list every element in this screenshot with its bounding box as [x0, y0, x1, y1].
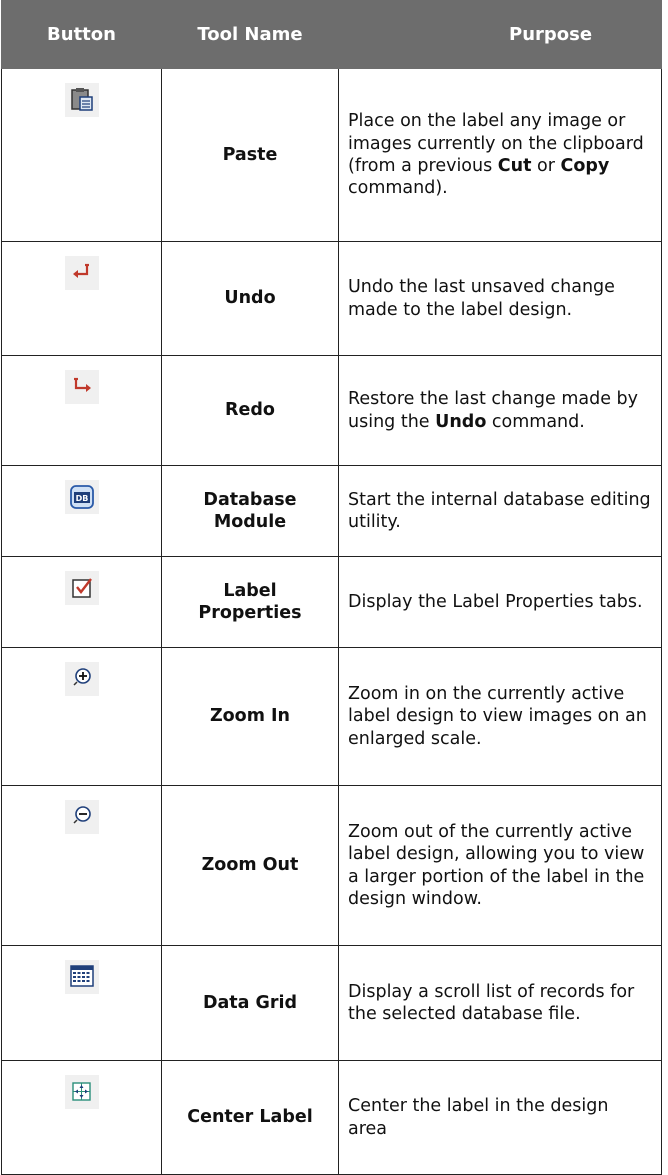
zoom-out-icon[interactable] [64, 800, 99, 834]
header-row: Button Tool Name Purpose [1, 0, 662, 69]
table-body: Paste Place on the label any image or im… [1, 68, 662, 1175]
label-properties-icon[interactable] [64, 571, 99, 605]
data-grid-icon[interactable] [64, 960, 99, 994]
bold-term: Cut [497, 156, 532, 176]
button-cell [1, 647, 162, 786]
zoom-in-icon[interactable] [64, 662, 99, 696]
purpose-data-grid: Display a scroll list of records for the… [338, 945, 662, 1061]
button-cell [1, 355, 162, 466]
toolbar-reference-table: Button Tool Name Purpose Paste Place on … [1, 0, 662, 1175]
tool-name-data-grid: Data Grid [161, 945, 339, 1061]
purpose-redo: Restore the last change made by using th… [338, 355, 662, 466]
button-cell [1, 785, 162, 946]
tool-name-zoom-out: Zoom Out [161, 785, 339, 946]
table-header: Button Tool Name Purpose [1, 0, 662, 69]
button-cell: DB [1, 465, 162, 557]
tool-name-paste: Paste [161, 68, 339, 242]
tool-name-undo: Undo [161, 241, 339, 356]
table-row: Redo Restore the last change made by usi… [1, 355, 662, 466]
purpose-undo: Undo the last unsaved change made to the… [338, 241, 662, 356]
tool-name-database-module: Database Module [161, 465, 339, 557]
table-row: Zoom Out Zoom out of the currently activ… [1, 785, 662, 946]
table-row: Label Properties Display the Label Prope… [1, 556, 662, 648]
center-label-icon[interactable] [64, 1075, 99, 1109]
purpose-paste: Place on the label any image or images c… [338, 68, 662, 242]
header-tool-name: Tool Name [161, 0, 339, 69]
tool-name-zoom-in: Zoom In [161, 647, 339, 786]
tool-name-redo: Redo [161, 355, 339, 466]
svg-text:DB: DB [75, 494, 88, 503]
header-purpose: Purpose [338, 0, 662, 69]
tool-name-center-label: Center Label [161, 1060, 339, 1175]
purpose-center-label: Center the label in the design area [338, 1060, 662, 1175]
bold-term: Copy [560, 156, 610, 176]
button-cell [1, 556, 162, 648]
button-cell [1, 241, 162, 356]
table-row: Zoom In Zoom in on the currently active … [1, 647, 662, 786]
purpose-label-properties: Display the Label Properties tabs. [338, 556, 662, 648]
purpose-zoom-in: Zoom in on the currently active label de… [338, 647, 662, 786]
redo-icon[interactable] [64, 370, 99, 404]
button-cell [1, 68, 162, 242]
purpose-database-module: Start the internal database editing util… [338, 465, 662, 557]
database-icon[interactable]: DB [64, 480, 99, 514]
table-row: Paste Place on the label any image or im… [1, 68, 662, 242]
button-cell [1, 945, 162, 1061]
tool-name-label-properties: Label Properties [161, 556, 339, 648]
bold-term: Undo [435, 411, 487, 432]
header-button: Button [1, 0, 162, 69]
table-row: DB Database Module Start the internal da… [1, 465, 662, 557]
table-row: Undo Undo the last unsaved change made t… [1, 241, 662, 356]
table-row: Data Grid Display a scroll list of recor… [1, 945, 662, 1061]
paste-icon[interactable] [64, 83, 99, 117]
purpose-zoom-out: Zoom out of the currently active label d… [338, 785, 662, 946]
table-row: Center Label Center the label in the des… [1, 1060, 662, 1175]
tools-table-wrapper: Button Tool Name Purpose Paste Place on … [0, 0, 668, 1175]
undo-icon[interactable] [64, 256, 99, 290]
button-cell [1, 1060, 162, 1175]
